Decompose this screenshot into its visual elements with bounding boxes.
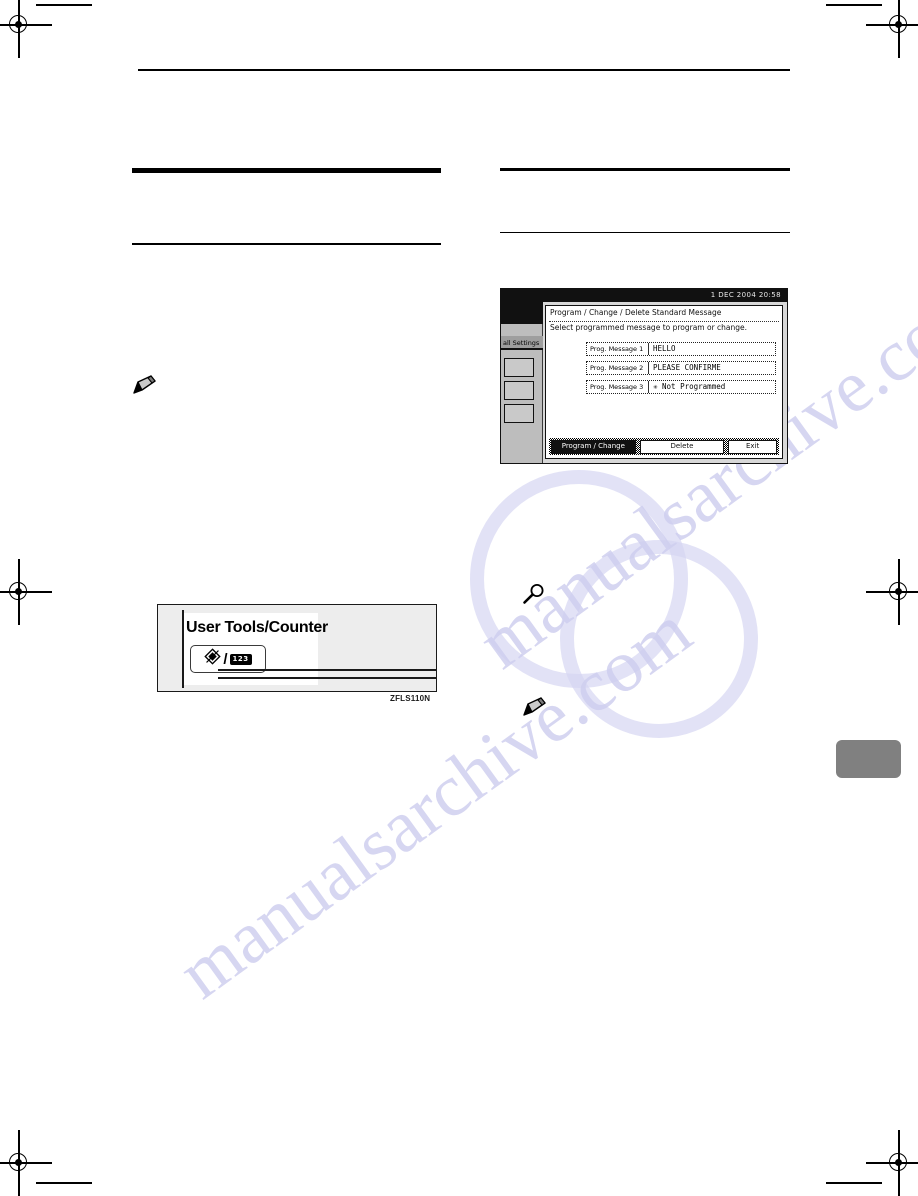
watermark-ring-2	[560, 540, 758, 738]
lcd-sidebar-key-1[interactable]	[504, 358, 534, 377]
lcd-screen-title: Program / Change / Delete Standard Messa…	[550, 308, 722, 317]
lcd-sidebar-key-3[interactable]	[504, 404, 534, 423]
crop-tick-bottom-right-horizontal	[826, 1182, 882, 1184]
watermark-ring	[470, 470, 688, 688]
regmark-dot	[895, 588, 902, 595]
crop-tick-bottom-left-horizontal	[36, 1182, 92, 1184]
lcd-message-row[interactable]: Prog. Message 1 HELLO	[586, 342, 776, 356]
exit-button[interactable]: Exit	[728, 439, 777, 454]
lcd-screen: Program / Change / Delete Standard Messa…	[545, 305, 783, 459]
registration-mark-top-right	[866, 0, 918, 58]
lcd-button-bar: Program / Change Delete Exit	[549, 438, 779, 455]
lcd-message-label: Prog. Message 1	[587, 343, 649, 355]
pencil-note-icon-right	[521, 696, 547, 718]
user-tools-diamond-icon	[204, 648, 222, 670]
lcd-message-value: HELLO	[653, 344, 676, 353]
registration-mark-bottom-left	[0, 1130, 52, 1196]
lcd-message-list: Prog. Message 1 HELLO Prog. Message 2 PL…	[586, 342, 776, 399]
panel-rule-lower	[218, 677, 436, 679]
lcd-title-divider	[549, 321, 779, 322]
crop-tick-top-left-horizontal	[36, 4, 92, 6]
registration-mark-middle-left	[0, 559, 52, 625]
regmark-dot	[15, 1159, 22, 1166]
right-column-section-rule	[500, 168, 790, 171]
regmark-dot	[15, 21, 22, 28]
counter-123-icon: 123	[229, 653, 252, 665]
panel-edge-line	[182, 610, 184, 688]
user-tools-counter-figure: User Tools/Counter / 123	[157, 604, 437, 692]
lcd-sidebar-key-2[interactable]	[504, 381, 534, 400]
header-rule	[138, 69, 790, 71]
user-tools-counter-label: User Tools/Counter	[186, 619, 328, 636]
registration-mark-top-left	[0, 0, 52, 58]
regmark-dot	[895, 21, 902, 28]
lcd-statusbar: 1 DEC 2004 20:58	[501, 289, 787, 302]
lcd-sidebar: all Settings	[501, 302, 543, 463]
crop-tick-top-right-horizontal	[826, 4, 882, 6]
delete-button[interactable]: Delete	[639, 439, 725, 454]
lcd-screen-subtitle: Select programmed message to program or …	[550, 323, 748, 332]
page-watermark: manualsarchive.com manualsarchive.com	[0, 0, 918, 1188]
regmark-dot	[895, 1159, 902, 1166]
lcd-screenshot-figure: 1 DEC 2004 20:58 all Settings Program / …	[500, 288, 788, 464]
left-column-section-rule	[132, 168, 441, 173]
lcd-message-row[interactable]: Prog. Message 2 PLEASE CONFIRME	[586, 361, 776, 375]
registration-mark-middle-right	[866, 559, 918, 625]
lcd-body: all Settings Program / Change / Delete S…	[501, 302, 787, 463]
figure-caption-zfls110n: ZFLS110N	[390, 694, 431, 703]
panel-rule-upper	[218, 669, 436, 671]
program-change-button[interactable]: Program / Change	[551, 439, 636, 454]
regmark-dot	[15, 588, 22, 595]
lcd-message-label: Prog. Message 2	[587, 362, 649, 374]
pencil-note-icon-left	[131, 374, 157, 396]
lcd-message-value: ✳ Not Programmed	[653, 382, 726, 391]
lcd-message-label: Prog. Message 3	[587, 381, 649, 393]
key-slash-separator: /	[223, 650, 228, 668]
lcd-sidebar-tab[interactable]: all Settings	[501, 336, 543, 350]
magnifier-reference-icon	[521, 583, 547, 605]
lcd-sidebar-header	[501, 302, 543, 324]
right-column-subsection-rule	[500, 232, 790, 234]
lcd-message-row[interactable]: Prog. Message 3 ✳ Not Programmed	[586, 380, 776, 394]
lcd-message-value: PLEASE CONFIRME	[653, 363, 721, 372]
left-column-subsection-rule	[132, 243, 441, 245]
chapter-thumb-index-tab	[836, 740, 901, 778]
registration-mark-bottom-right	[866, 1130, 918, 1196]
